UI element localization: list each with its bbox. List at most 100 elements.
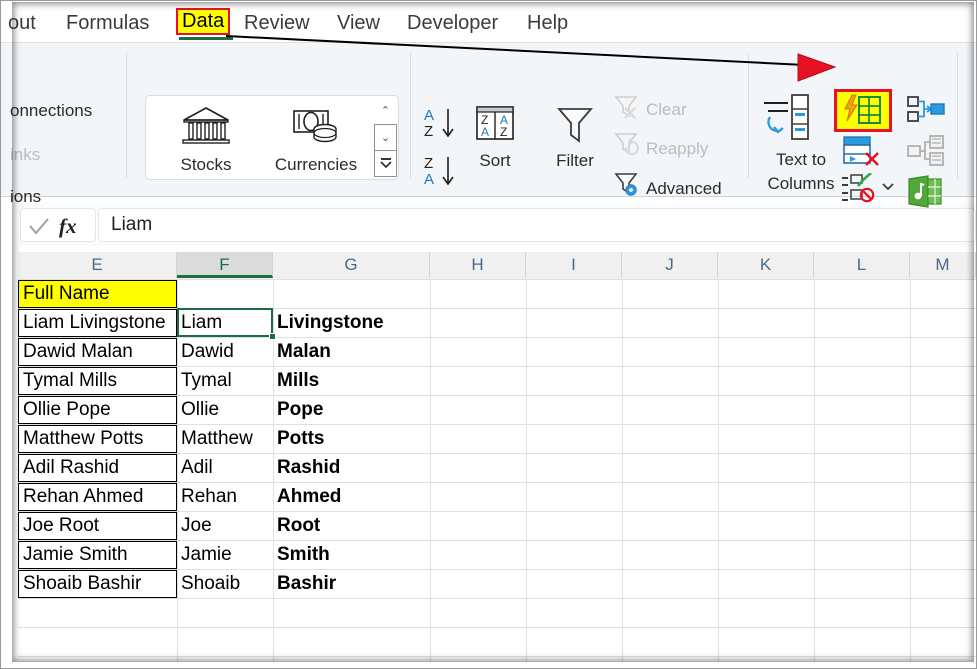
cell-F10[interactable]: Tymal [177,367,273,395]
cell-F16[interactable]: Jamie [177,541,273,569]
column-header-G[interactable]: G [273,252,430,278]
ribbon-tab-developer[interactable]: Developer [407,12,498,35]
data-validation-dropdown[interactable] [880,179,896,198]
cell-F9[interactable]: Dawid [177,338,273,366]
text-to-columns-label: Text to Columns [756,148,846,196]
remove-duplicates-button[interactable] [840,135,884,174]
column-header-H[interactable]: H [430,252,526,278]
formula-bar-buttons: fx [20,208,96,242]
column-header-K[interactable]: K [718,252,814,278]
cell-E16[interactable]: Jamie Smith [18,541,177,569]
cell-G15[interactable]: Root [273,512,430,540]
column-header-F[interactable]: F [177,252,273,278]
cell-F7[interactable] [177,280,273,308]
cell-G11[interactable]: Pope [273,396,430,424]
data-validation-icon [842,172,875,203]
clear-label: Clear [646,100,687,119]
active-cell-selection[interactable] [177,308,273,337]
cell-F12[interactable]: Matthew [177,425,273,453]
data-validation-button[interactable] [840,172,880,210]
cell-G14[interactable]: Ahmed [273,483,430,511]
currencies-button[interactable]: Currencies [268,104,364,175]
cell-G16[interactable]: Smith [273,541,430,569]
cell-F18[interactable] [177,599,273,627]
cell-E12[interactable]: Matthew Potts [18,425,177,453]
cell-E10[interactable]: Tymal Mills [18,367,177,395]
clear-filter-icon [614,96,638,119]
fx-icon[interactable]: fx [57,213,87,239]
cell-F15[interactable]: Joe [177,512,273,540]
fill-handle[interactable] [269,333,276,340]
filter-button[interactable] [551,101,599,154]
filter-label: Filter [556,151,594,170]
stocks-button[interactable]: Stocks [158,104,254,175]
cell-E14[interactable]: Rehan Ahmed [18,483,177,511]
bank-icon [182,107,230,144]
sort-ascending-button[interactable]: A Z [422,105,462,148]
column-header-I[interactable]: I [526,252,622,278]
cell-G19[interactable] [273,628,430,656]
advanced-label: Advanced [646,179,722,198]
svg-text:Z: Z [424,123,433,140]
sort-button[interactable]: Z A A Z [473,103,517,152]
remove-duplicates-icon [843,136,879,166]
cell-E9[interactable]: Dawid Malan [18,338,177,366]
svg-text:Z: Z [424,155,433,172]
cell-F19[interactable] [177,628,273,656]
currencies-label: Currencies [274,155,358,174]
sort-descending-button[interactable]: Z A [422,153,462,196]
chevron-down-icon[interactable]: ⌄ [374,124,397,151]
cell-E17[interactable]: Shoaib Bashir [18,570,177,598]
cell-G13[interactable]: Rashid [273,454,430,482]
checkmark-icon[interactable] [26,215,52,237]
formula-input[interactable]: Liam [98,208,976,242]
cell-E18[interactable] [18,599,177,627]
cell-G9[interactable]: Malan [273,338,430,366]
chevron-down-icon [882,183,894,191]
column-header-M[interactable]: M [910,252,976,278]
ribbon-tab-review[interactable]: Review [244,12,310,35]
cell-F14[interactable]: Rehan [177,483,273,511]
cell-E7[interactable]: Full Name [18,280,177,308]
cell-G17[interactable]: Bashir [273,570,430,598]
advanced-button[interactable] [612,171,642,204]
column-header-J[interactable]: J [622,252,718,278]
cell-G7[interactable] [273,280,430,308]
sort-dialog-icon: Z A A Z [476,106,514,140]
cell-G12[interactable]: Potts [273,425,430,453]
gallery-scrollbar[interactable]: ⌃ ⌄ [374,97,397,178]
cell-E15[interactable]: Joe Root [18,512,177,540]
reapply-filter-icon [614,133,639,155]
gallery-more-icon[interactable] [374,150,397,177]
cell-F11[interactable]: Ollie [177,396,273,424]
cell-G8[interactable]: Livingstone [273,309,430,337]
ribbon-tab-data[interactable]: Data [176,8,231,35]
connections-label[interactable]: onnections [10,101,92,121]
cell-E11[interactable]: Ollie Pope [18,396,177,424]
cell-E19[interactable] [18,628,177,656]
column-header-L[interactable]: L [814,252,910,278]
text-to-columns-icon [764,94,809,140]
cell-F17[interactable]: Shoaib [177,570,273,598]
ribbon-tab-out[interactable]: out [8,12,36,35]
consolidate-button[interactable] [906,95,946,130]
flash-fill-button[interactable] [834,89,892,132]
reapply-button [612,131,642,164]
text-to-columns-button[interactable] [762,93,822,152]
cell-G10[interactable]: Mills [273,367,430,395]
data-types-gallery: Stocks Currencies ⌃ ⌄ [145,95,399,180]
ribbon-tab-formulas[interactable]: Formulas [66,12,149,35]
relationships-icon [907,135,944,166]
ttc-line1: Text to [775,150,827,169]
cell-E8[interactable]: Liam Livingstone [18,309,177,337]
svg-text:A: A [424,171,434,188]
column-header-E[interactable]: E [18,252,177,278]
chevron-up-icon[interactable]: ⌃ [374,97,397,124]
cell-G18[interactable] [273,599,430,627]
cell-E13[interactable]: Adil Rashid [18,454,177,482]
ribbon-tab-view[interactable]: View [337,12,380,35]
properties-label[interactable]: ions [10,187,41,207]
cell-F13[interactable]: Adil [177,454,273,482]
sort-az-icon: A Z [424,107,454,140]
ribbon-tab-help[interactable]: Help [527,12,568,35]
